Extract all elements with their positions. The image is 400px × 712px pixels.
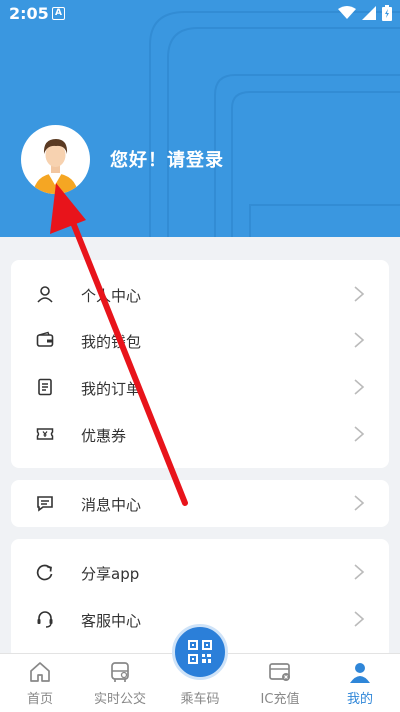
status-time: 2:05 bbox=[9, 4, 49, 23]
home-icon bbox=[30, 662, 50, 682]
tab-label: 实时公交 bbox=[93, 692, 146, 707]
tab-label: 首页 bbox=[26, 692, 53, 707]
menu-item-orders[interactable]: 我的订单 bbox=[11, 367, 389, 407]
coupon-icon bbox=[36, 428, 54, 440]
menu-card-account: 个人中心 我的钱包 我的订单 优惠券 bbox=[11, 260, 389, 468]
tab-label: 乘车码 bbox=[180, 692, 220, 707]
login-greeting[interactable]: 您好！请登录 bbox=[110, 146, 224, 172]
menu-label: 我的钱包 bbox=[81, 333, 142, 351]
profile-header: 2:05 A 您好！请登录 bbox=[0, 0, 400, 237]
menu-label: 优惠券 bbox=[81, 427, 127, 445]
menu-label: 我的订单 bbox=[81, 380, 142, 398]
menu-label: 个人中心 bbox=[81, 287, 142, 305]
qr-code-icon bbox=[188, 640, 212, 664]
tab-label: IC充值 bbox=[260, 692, 300, 707]
menu-label: 客服中心 bbox=[81, 612, 142, 630]
bus-icon bbox=[111, 662, 129, 682]
person-icon bbox=[37, 286, 53, 303]
tab-realtime-bus[interactable]: 实时公交 bbox=[80, 654, 160, 712]
menu-label: 消息中心 bbox=[81, 496, 142, 514]
user-avatar-icon bbox=[33, 139, 78, 194]
status-bar: 2:05 A bbox=[0, 0, 400, 28]
system-icons bbox=[338, 5, 392, 21]
card-recharge-icon bbox=[269, 663, 290, 681]
wallet-icon bbox=[36, 331, 54, 347]
login-avatar[interactable] bbox=[21, 125, 90, 194]
notification-icon: A bbox=[52, 7, 65, 20]
menu-item-personal-center[interactable]: 个人中心 bbox=[11, 274, 389, 314]
signal-icon bbox=[362, 6, 376, 20]
message-icon bbox=[37, 496, 53, 512]
tab-ic-recharge[interactable]: IC充值 bbox=[240, 654, 320, 712]
tab-label: 我的 bbox=[346, 692, 373, 707]
chevron-right-icon bbox=[354, 332, 365, 348]
chevron-right-icon bbox=[354, 379, 365, 395]
menu-item-coupons[interactable]: 优惠券 bbox=[11, 414, 389, 454]
chevron-right-icon bbox=[354, 611, 365, 627]
menu-item-share-app[interactable]: 分享app bbox=[11, 552, 389, 592]
header-decoration bbox=[149, 11, 400, 237]
battery-icon bbox=[382, 5, 392, 21]
headset-icon bbox=[37, 611, 53, 628]
chevron-right-icon bbox=[354, 286, 365, 302]
tab-mine[interactable]: 我的 bbox=[320, 654, 400, 712]
profile-icon bbox=[350, 663, 370, 683]
menu-item-wallet[interactable]: 我的钱包 bbox=[11, 320, 389, 360]
share-icon bbox=[36, 564, 53, 581]
wifi-icon bbox=[338, 6, 356, 19]
ride-code-button[interactable] bbox=[172, 624, 228, 680]
order-icon bbox=[38, 378, 52, 396]
chevron-right-icon bbox=[354, 564, 365, 580]
tab-home[interactable]: 首页 bbox=[0, 654, 80, 712]
menu-card-messages: 消息中心 bbox=[11, 480, 389, 527]
chevron-right-icon bbox=[354, 495, 365, 511]
menu-item-messages[interactable]: 消息中心 bbox=[11, 483, 389, 523]
menu-label: 分享app bbox=[81, 565, 140, 583]
chevron-right-icon bbox=[354, 426, 365, 442]
